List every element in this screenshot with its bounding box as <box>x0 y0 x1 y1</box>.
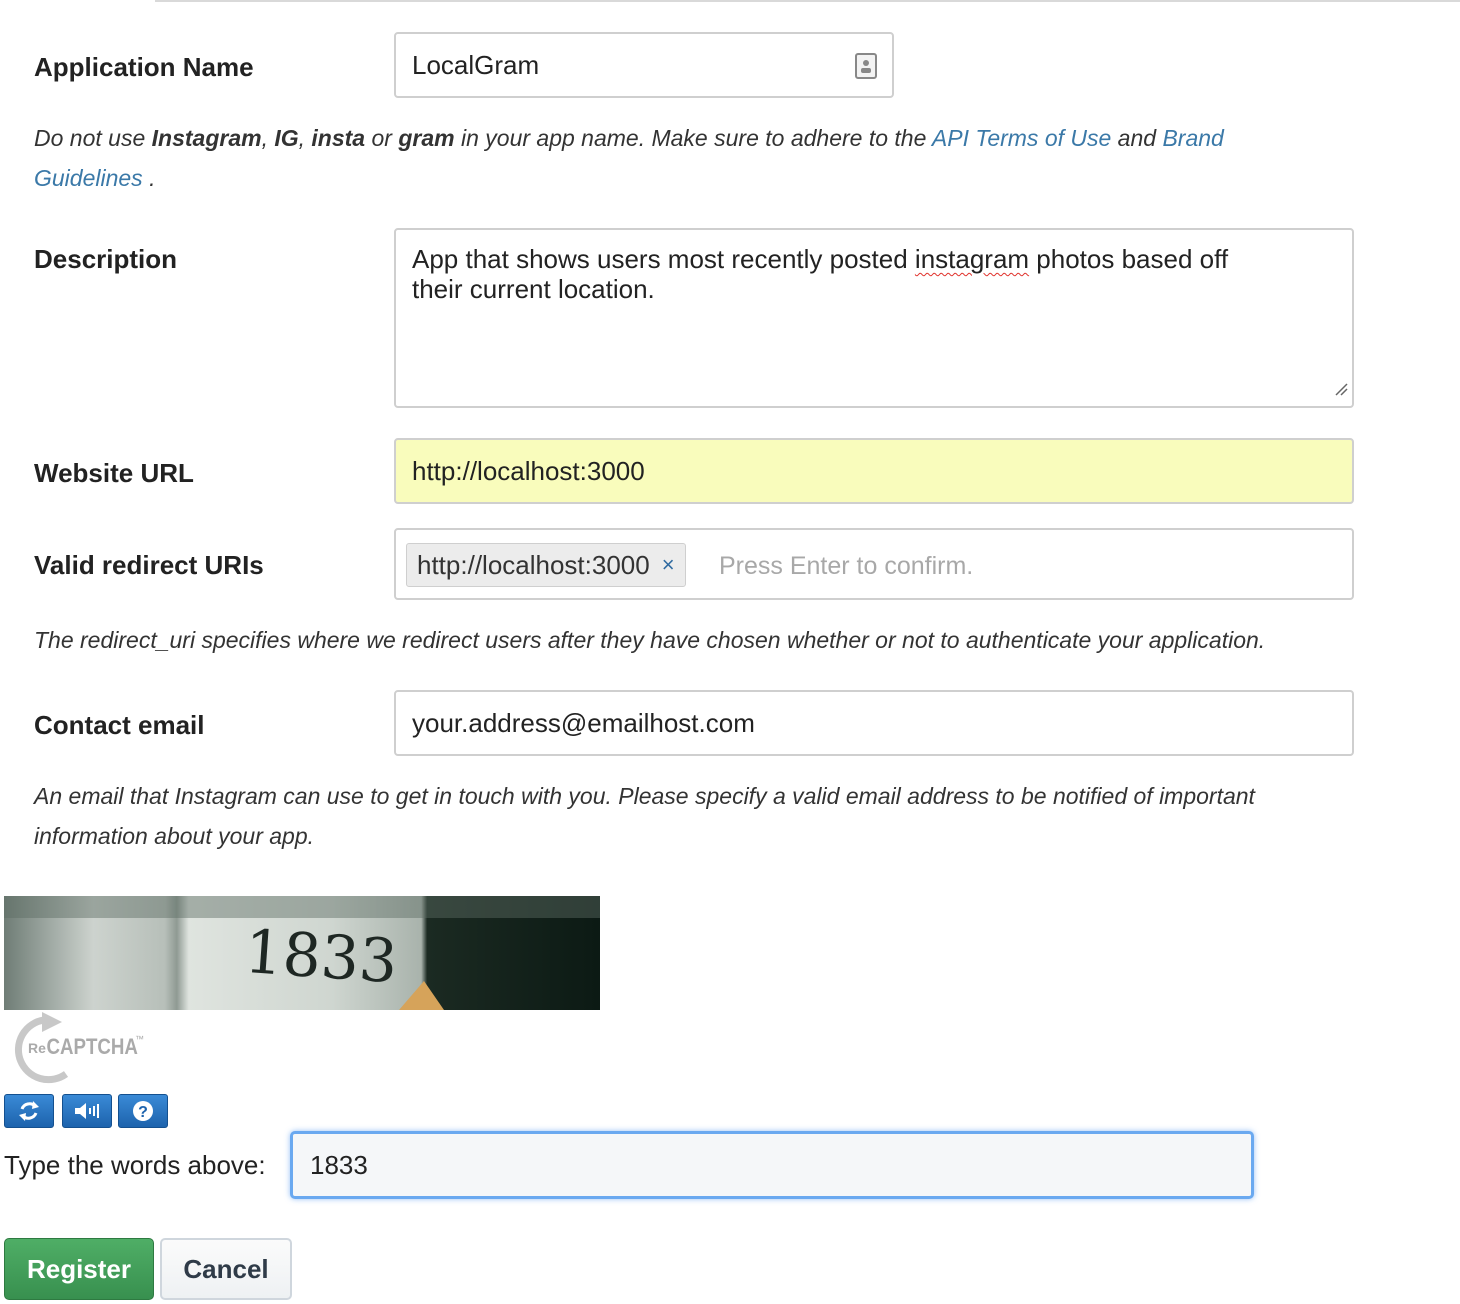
resize-handle-icon[interactable] <box>1334 372 1348 402</box>
svg-text:™: ™ <box>135 1034 144 1044</box>
svg-text:Re: Re <box>28 1040 46 1056</box>
redirect-uri-placeholder: Press Enter to confirm. <box>719 552 974 580</box>
redirect-uri-tag-label: http://localhost:3000 <box>417 549 650 580</box>
contact-email-label: Contact email <box>34 710 205 740</box>
top-divider <box>155 0 1460 2</box>
website-url-label: Website URL <box>34 458 194 488</box>
audio-icon <box>75 1103 99 1119</box>
captcha-help-button[interactable]: ? <box>118 1094 168 1128</box>
redirect-uris-input[interactable]: http://localhost:3000 × Press Enter to c… <box>394 528 1354 600</box>
app-name-help: Do not use Instagram, IG, insta or gram … <box>34 125 1224 191</box>
remove-tag-icon[interactable]: × <box>662 552 675 578</box>
description-text: App that shows users most recently poste… <box>412 244 1229 304</box>
contact-email-input[interactable]: your.address@emailhost.com <box>394 690 1354 756</box>
refresh-icon <box>19 1101 39 1121</box>
captcha-audio-button[interactable] <box>62 1094 112 1128</box>
website-url-value: http://localhost:3000 <box>412 455 645 486</box>
app-name-value: LocalGram <box>412 49 540 80</box>
api-terms-link[interactable]: API Terms of Use <box>932 125 1111 151</box>
svg-text:CAPTCHA: CAPTCHA <box>47 1036 139 1060</box>
contact-card-icon[interactable] <box>854 53 878 86</box>
captcha-response-value: 1833 <box>310 1149 368 1180</box>
description-textarea[interactable]: App that shows users most recently poste… <box>394 228 1354 408</box>
app-name-input[interactable]: LocalGram <box>394 32 894 98</box>
help-icon: ? <box>133 1101 153 1121</box>
register-button[interactable]: Register <box>4 1238 154 1300</box>
captcha-image: 1833 <box>4 896 600 1010</box>
website-url-input[interactable]: http://localhost:3000 <box>394 438 1354 504</box>
redirect-uri-tag: http://localhost:3000 × <box>406 543 686 587</box>
cancel-button[interactable]: Cancel <box>160 1238 292 1300</box>
recaptcha-logo: Re CAPTCHA ™ <box>4 1012 154 1084</box>
app-name-label: Application Name <box>34 52 254 82</box>
captcha-response-label: Type the words above: <box>4 1150 266 1180</box>
captcha-image-text: 1833 <box>242 917 399 997</box>
contact-email-help: An email that Instagram can use to get i… <box>34 783 1255 849</box>
redirect-uris-label: Valid redirect URIs <box>34 550 264 580</box>
svg-text:?: ? <box>138 1104 148 1121</box>
captcha-refresh-button[interactable] <box>4 1094 54 1128</box>
description-label: Description <box>34 244 178 274</box>
redirect-uris-help: The redirect_uri specifies where we redi… <box>34 627 1266 653</box>
captcha-response-input[interactable]: 1833 <box>290 1131 1254 1199</box>
contact-email-value: your.address@emailhost.com <box>412 707 755 738</box>
